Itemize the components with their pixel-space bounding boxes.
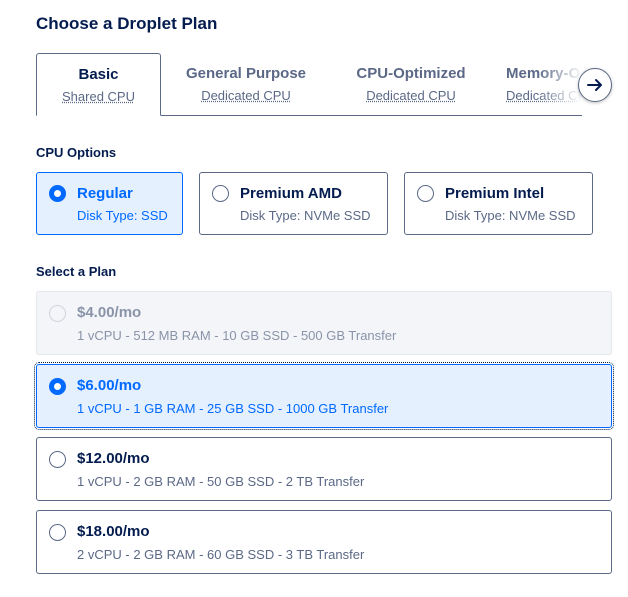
cpu-option-disk-type: Disk Type: NVMe SSD: [240, 208, 371, 223]
plan-price-period: /mo: [114, 377, 142, 394]
cpu-option-premium-intel[interactable]: Premium Intel Disk Type: NVMe SSD: [404, 172, 593, 235]
plan-price: $6.00/mo: [77, 377, 141, 394]
plan-option-12[interactable]: $12.00/mo 1 vCPU - 2 GB RAM - 50 GB SSD …: [36, 437, 612, 501]
plan-price: $4.00/mo: [77, 304, 141, 321]
radio-icon[interactable]: [49, 524, 66, 541]
radio-icon[interactable]: [49, 185, 66, 202]
plan-specs: 1 vCPU - 1 GB RAM - 25 GB SSD - 1000 GB …: [77, 401, 389, 416]
arrow-right-icon: [587, 79, 602, 91]
radio-icon[interactable]: [417, 185, 434, 202]
radio-icon[interactable]: [212, 185, 229, 202]
radio-icon[interactable]: [49, 451, 66, 468]
cpu-options-label: CPU Options: [36, 145, 117, 160]
plan-price: $18.00/mo: [77, 523, 150, 540]
plan-price: $12.00/mo: [77, 450, 150, 467]
tab-general-purpose[interactable]: General Purpose Dedicated CPU: [176, 53, 316, 116]
plan-price-amount: $4.00: [77, 304, 115, 321]
cpu-option-name: Regular: [77, 185, 133, 202]
radio-icon[interactable]: [49, 378, 66, 395]
plan-price-period: /mo: [122, 450, 150, 467]
cpu-option-name: Premium AMD: [240, 185, 342, 202]
plan-specs: 2 vCPU - 2 GB RAM - 60 GB SSD - 3 TB Tra…: [77, 547, 365, 562]
plan-price-amount: $6.00: [77, 377, 115, 394]
plan-specs: 1 vCPU - 512 MB RAM - 10 GB SSD - 500 GB…: [77, 328, 397, 343]
plan-option-4: $4.00/mo 1 vCPU - 512 MB RAM - 10 GB SSD…: [36, 291, 612, 355]
tab-subtitle: Dedicated CPU: [366, 88, 456, 103]
plan-specs: 1 vCPU - 2 GB RAM - 50 GB SSD - 2 TB Tra…: [77, 474, 365, 489]
tab-name: CPU-Optimized: [356, 65, 466, 82]
plan-type-tabs: Basic Shared CPU General Purpose Dedicat…: [36, 53, 612, 116]
tab-name: General Purpose: [185, 65, 307, 82]
tabs-scroll-right-button[interactable]: [578, 68, 612, 102]
tab-subtitle: Dedicated CPU: [201, 88, 291, 103]
tab-cpu-optimized[interactable]: CPU-Optimized Dedicated CPU: [341, 53, 481, 116]
plan-price-period: /mo: [114, 304, 142, 321]
tab-name: Basic: [78, 66, 119, 83]
radio-icon: [49, 305, 66, 322]
cpu-option-disk-type: Disk Type: SSD: [77, 208, 168, 223]
cpu-option-regular[interactable]: Regular Disk Type: SSD: [36, 172, 183, 235]
cpu-option-name: Premium Intel: [445, 185, 545, 202]
plan-price-amount: $18.00: [77, 523, 123, 540]
page-title: Choose a Droplet Plan: [36, 14, 218, 33]
plan-option-6[interactable]: $6.00/mo 1 vCPU - 1 GB RAM - 25 GB SSD -…: [34, 362, 614, 430]
cpu-option-premium-amd[interactable]: Premium AMD Disk Type: NVMe SSD: [199, 172, 388, 235]
plan-price-period: /mo: [122, 523, 150, 540]
tab-basic[interactable]: Basic Shared CPU: [36, 53, 161, 116]
cpu-option-disk-type: Disk Type: NVMe SSD: [445, 208, 576, 223]
plan-price-amount: $12.00: [77, 450, 123, 467]
plan-option-18[interactable]: $18.00/mo 2 vCPU - 2 GB RAM - 60 GB SSD …: [36, 510, 612, 574]
tab-subtitle: Shared CPU: [62, 89, 135, 104]
select-plan-label: Select a Plan: [36, 264, 117, 279]
